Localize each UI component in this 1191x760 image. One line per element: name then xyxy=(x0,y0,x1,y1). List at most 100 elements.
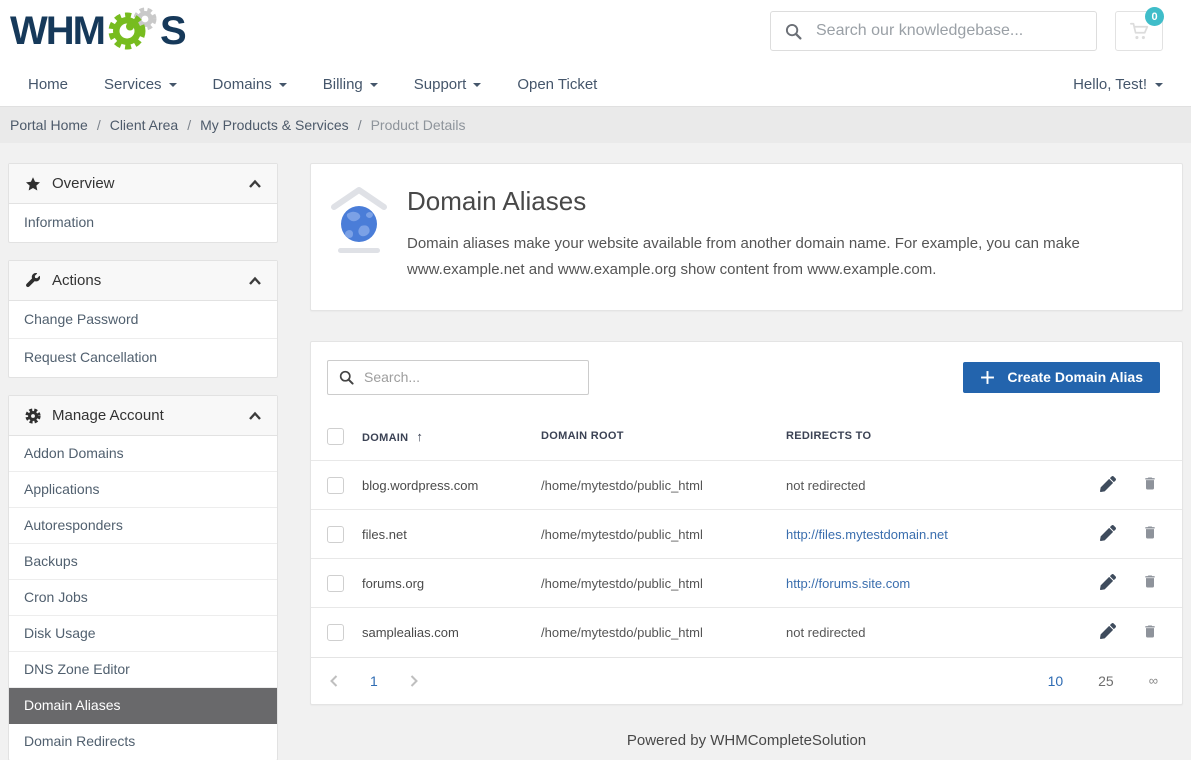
page-number[interactable]: 1 xyxy=(370,673,378,689)
sidebar: Overview Information Actions xyxy=(8,163,278,760)
breadcrumb-current: Product Details xyxy=(371,117,466,133)
star-icon xyxy=(24,176,41,192)
breadcrumb: Portal Home / Client Area / My Products … xyxy=(0,106,1191,143)
cart-button[interactable]: 0 xyxy=(1115,11,1163,51)
nav-home[interactable]: Home xyxy=(28,76,68,93)
pagination: 1 10 25 ∞ xyxy=(311,657,1182,704)
create-domain-alias-button[interactable]: Create Domain Alias xyxy=(963,362,1160,393)
row-checkbox[interactable] xyxy=(327,624,344,641)
nav-services[interactable]: Services xyxy=(104,76,177,93)
cell-domain: blog.wordpress.com xyxy=(362,461,541,510)
sidebar-item-cron-jobs[interactable]: Cron Jobs xyxy=(9,580,277,616)
edit-icon[interactable] xyxy=(1100,574,1116,590)
search-icon xyxy=(339,370,354,385)
prev-page-icon[interactable] xyxy=(329,674,339,688)
logo-text-s: S xyxy=(160,11,185,51)
delete-icon[interactable] xyxy=(1142,524,1158,541)
plus-icon xyxy=(980,370,995,385)
redirect-link[interactable]: http://files.mytestdomain.net xyxy=(786,527,948,542)
whmcs-logo[interactable]: WHM S xyxy=(10,5,185,57)
per-page-options: 10 25 ∞ xyxy=(1048,673,1158,689)
row-checkbox[interactable] xyxy=(327,526,344,543)
panel-overview: Overview Information xyxy=(8,163,278,243)
sidebar-item-backups[interactable]: Backups xyxy=(9,544,277,580)
per-page-25[interactable]: 25 xyxy=(1098,673,1114,689)
cell-domain-root: /home/mytestdo/public_html xyxy=(541,510,786,559)
table-row: forums.org /home/mytestdo/public_html ht… xyxy=(311,559,1182,608)
edit-icon[interactable] xyxy=(1100,476,1116,492)
knowledgebase-search-input[interactable] xyxy=(816,22,1082,40)
panel-manage-account-header[interactable]: Manage Account xyxy=(9,396,277,436)
panel-title: Actions xyxy=(52,272,101,289)
nav-support[interactable]: Support xyxy=(414,76,482,93)
sort-asc-icon: ↑ xyxy=(416,429,423,444)
redirect-link[interactable]: http://forums.site.com xyxy=(786,576,910,591)
nav-open-ticket[interactable]: Open Ticket xyxy=(517,76,597,93)
breadcrumb-client-area[interactable]: Client Area xyxy=(110,117,178,133)
main-nav: Home Services Domains Billing Support Op… xyxy=(0,62,1191,106)
cell-domain-root: /home/mytestdo/public_html xyxy=(541,608,786,657)
page-title: Domain Aliases xyxy=(407,186,1152,217)
nav-domains[interactable]: Domains xyxy=(213,76,287,93)
delete-icon[interactable] xyxy=(1142,573,1158,590)
edit-icon[interactable] xyxy=(1100,623,1116,639)
column-redirects-to[interactable]: REDIRECTS TO xyxy=(786,413,1070,461)
edit-icon[interactable] xyxy=(1100,525,1116,541)
nav-billing[interactable]: Billing xyxy=(323,76,378,93)
cart-count-badge: 0 xyxy=(1145,7,1164,26)
column-domain[interactable]: DOMAIN↑ xyxy=(362,413,541,461)
sidebar-item-information[interactable]: Information xyxy=(9,204,277,242)
caret-down-icon xyxy=(473,83,481,87)
breadcrumb-products-services[interactable]: My Products & Services xyxy=(200,117,349,133)
per-page-all[interactable]: ∞ xyxy=(1149,673,1158,688)
column-domain-root[interactable]: DOMAIN ROOT xyxy=(541,413,786,461)
sidebar-item-disk-usage[interactable]: Disk Usage xyxy=(9,616,277,652)
page-description: Domain aliases make your website availab… xyxy=(407,231,1152,284)
breadcrumb-portal-home[interactable]: Portal Home xyxy=(10,117,88,133)
sidebar-item-applications[interactable]: Applications xyxy=(9,472,277,508)
cell-redirects-to: http://forums.site.com xyxy=(786,559,1070,608)
cell-redirects-to: http://files.mytestdomain.net xyxy=(786,510,1070,559)
per-page-10[interactable]: 10 xyxy=(1048,673,1064,689)
cart-icon xyxy=(1129,22,1150,41)
sidebar-item-request-cancellation[interactable]: Request Cancellation xyxy=(9,339,277,377)
cell-domain-root: /home/mytestdo/public_html xyxy=(541,461,786,510)
row-checkbox[interactable] xyxy=(327,477,344,494)
topbar-right: 0 xyxy=(770,11,1163,51)
caret-down-icon xyxy=(1155,83,1163,87)
sidebar-item-change-password[interactable]: Change Password xyxy=(9,301,277,339)
account-menu[interactable]: Hello, Test! xyxy=(1073,76,1163,93)
panel-manage-account: Manage Account Addon Domains Application… xyxy=(8,395,278,760)
sidebar-item-domain-aliases[interactable]: Domain Aliases xyxy=(9,688,277,724)
cell-redirects-to: not redirected xyxy=(786,608,1070,657)
chevron-up-icon xyxy=(248,179,262,189)
breadcrumb-separator: / xyxy=(187,117,191,133)
chevron-up-icon xyxy=(248,276,262,286)
select-all-checkbox[interactable] xyxy=(327,428,344,445)
sidebar-item-addon-domains[interactable]: Addon Domains xyxy=(9,436,277,472)
page: WHM S xyxy=(0,0,1191,760)
gear-icon xyxy=(24,408,41,424)
sidebar-item-domain-redirects[interactable]: Domain Redirects xyxy=(9,724,277,760)
main: Domain Aliases Domain aliases make your … xyxy=(310,163,1183,760)
table-search-input[interactable] xyxy=(364,369,577,385)
caret-down-icon xyxy=(279,83,287,87)
table-toolbar: Create Domain Alias xyxy=(311,360,1182,395)
caret-down-icon xyxy=(169,83,177,87)
cell-redirects-to: not redirected xyxy=(786,461,1070,510)
delete-icon[interactable] xyxy=(1142,623,1158,640)
panel-actions-header[interactable]: Actions xyxy=(9,261,277,301)
aliases-table-card: Create Domain Alias DOMAIN↑ DOMAIN ROOT … xyxy=(310,341,1183,705)
delete-icon[interactable] xyxy=(1142,475,1158,492)
pager: 1 xyxy=(329,673,419,689)
knowledgebase-search xyxy=(770,11,1097,51)
panel-overview-header[interactable]: Overview xyxy=(9,164,277,204)
breadcrumb-separator: / xyxy=(358,117,362,133)
sidebar-item-autoresponders[interactable]: Autoresponders xyxy=(9,508,277,544)
next-page-icon[interactable] xyxy=(409,674,419,688)
aliases-table: DOMAIN↑ DOMAIN ROOT REDIRECTS TO blog.wo… xyxy=(311,413,1182,657)
row-checkbox[interactable] xyxy=(327,575,344,592)
sidebar-item-dns-zone-editor[interactable]: DNS Zone Editor xyxy=(9,652,277,688)
header: WHM S xyxy=(0,0,1191,62)
greeting-label: Hello, Test! xyxy=(1073,76,1147,93)
